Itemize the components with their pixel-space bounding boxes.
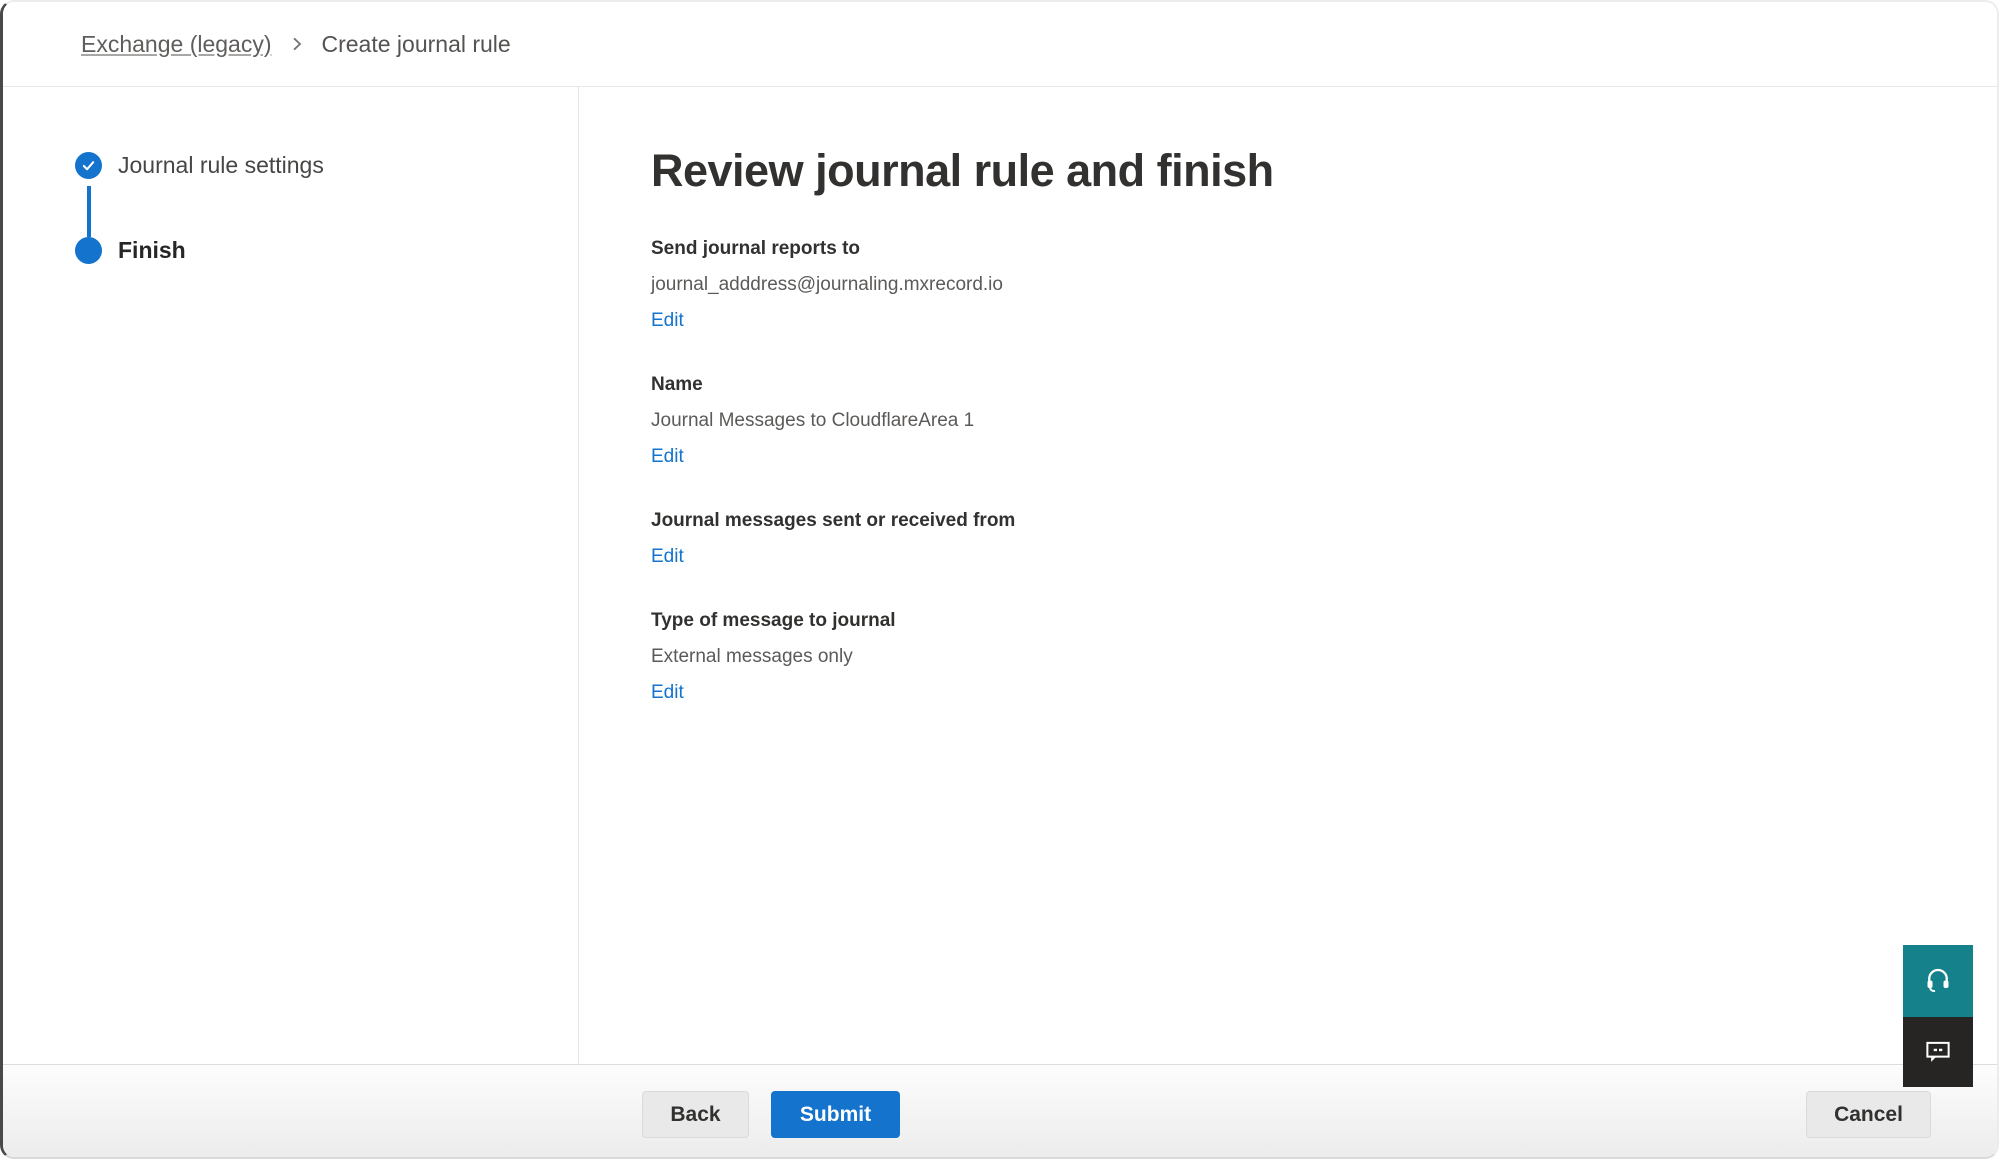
message-type-value: External messages only	[651, 645, 1997, 669]
edit-message-type-link[interactable]: Edit	[651, 681, 684, 705]
review-sections: Send journal reports to journal_adddress…	[651, 237, 1997, 705]
help-button[interactable]	[1903, 945, 1973, 1017]
edit-journal-messages-from-link[interactable]: Edit	[651, 545, 684, 569]
section-label: Name	[651, 373, 1997, 397]
check-icon	[75, 152, 102, 179]
wizard-step-journal-rule-settings[interactable]: Journal rule settings	[75, 152, 578, 179]
section-send-journal-reports-to: Send journal reports to journal_adddress…	[651, 237, 1997, 333]
footer-action-bar: Back Submit Cancel	[3, 1064, 1997, 1157]
page-title: Review journal rule and finish	[651, 144, 1997, 198]
wizard-steps-nav: Journal rule settings Finish	[3, 87, 579, 1064]
section-label: Journal messages sent or received from	[651, 509, 1997, 533]
exchange-create-journal-rule-window: Exchange (legacy) Create journal rule Jo…	[0, 0, 1999, 1159]
header-bar: Exchange (legacy) Create journal rule	[3, 2, 1997, 87]
headset-icon	[1923, 965, 1953, 998]
edit-send-journal-reports-link[interactable]: Edit	[651, 309, 684, 333]
wizard-step-finish[interactable]: Finish	[75, 237, 578, 264]
back-button[interactable]: Back	[642, 1091, 749, 1138]
submit-button[interactable]: Submit	[771, 1091, 900, 1138]
rule-name-value: Journal Messages to CloudflareArea 1	[651, 409, 1997, 433]
section-label: Type of message to journal	[651, 609, 1997, 633]
journal-report-address-value: journal_adddress@journaling.mxrecord.io	[651, 273, 1997, 297]
wizard-step-label: Journal rule settings	[118, 152, 324, 179]
section-name: Name Journal Messages to CloudflareArea …	[651, 373, 1997, 469]
section-message-type: Type of message to journal External mess…	[651, 609, 1997, 705]
cancel-button[interactable]: Cancel	[1806, 1091, 1931, 1138]
current-step-dot	[75, 237, 102, 264]
chevron-right-icon	[288, 35, 306, 53]
section-label: Send journal reports to	[651, 237, 1997, 261]
breadcrumb: Exchange (legacy) Create journal rule	[81, 31, 511, 58]
edit-name-link[interactable]: Edit	[651, 445, 684, 469]
wizard-step-connector	[87, 186, 91, 237]
section-journal-messages-from: Journal messages sent or received from E…	[651, 509, 1997, 569]
feedback-chat-icon	[1923, 1036, 1953, 1069]
feedback-button[interactable]	[1903, 1017, 1973, 1087]
page-body: Journal rule settings Finish Review jour…	[3, 87, 1997, 1064]
wizard-step-label: Finish	[118, 237, 186, 264]
breadcrumb-exchange-legacy-link[interactable]: Exchange (legacy)	[81, 31, 272, 58]
breadcrumb-current-page: Create journal rule	[322, 31, 511, 58]
review-panel: Review journal rule and finish Send jour…	[579, 87, 1997, 1064]
